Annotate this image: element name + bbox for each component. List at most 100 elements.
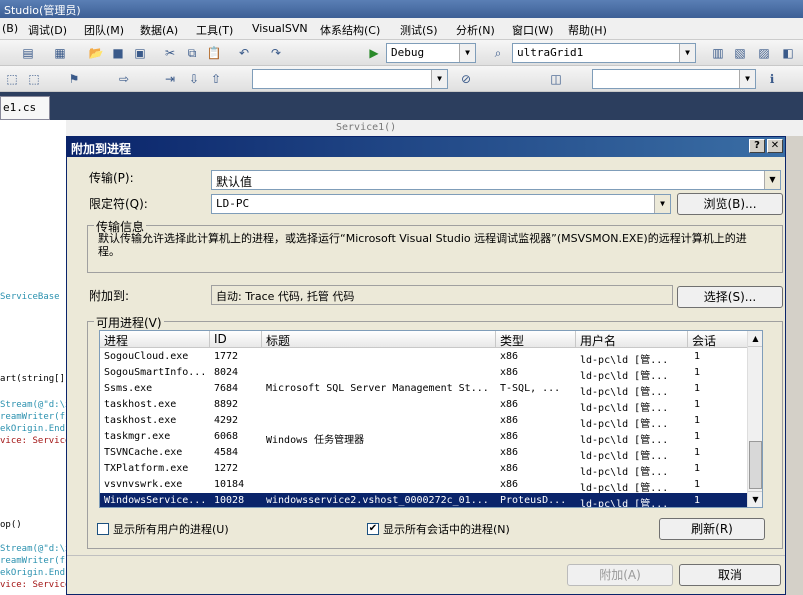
arrow-up-icon[interactable]: ⇧ [208,71,224,87]
menu-architecture[interactable]: 体系结构(C) [320,22,380,38]
column-header-process[interactable]: 进程 [100,331,210,348]
find-target-select[interactable]: ultraGrid1 ▼ [512,43,696,63]
paste-icon[interactable]: 📋 [206,45,222,61]
table-row[interactable]: vsvnvswrk.exe 10184 x86 ld-pc\ld [管... 1 [100,477,748,494]
editor-combo-empty[interactable]: ▼ [252,69,448,89]
chevron-down-icon: ▼ [431,70,447,88]
cell-id: 10184 [214,479,245,490]
copy-icon[interactable]: ⧉ [184,45,200,61]
new-project-icon[interactable]: ▤ [20,45,36,61]
process-list[interactable]: 进程 ID 标题 类型 用户名 会话 SogouCloud.exe 1772 x86… [99,330,763,508]
add-item-icon[interactable]: ▦ [52,45,68,61]
undo-icon[interactable]: ↶ [236,45,252,61]
find-icon[interactable]: ⌕ [490,45,506,61]
cell-session: 1 [694,415,701,426]
qualifier-label: 限定符(Q): [89,197,148,211]
menu-team[interactable]: 团队(M) [84,22,124,38]
table-row[interactable]: SogouSmartInfo... 8024 x86 ld-pc\ld [管... 1 [100,365,748,382]
menu-visualsvn[interactable]: VisualSVN [252,22,308,35]
save-all-icon[interactable]: ▣ [132,45,148,61]
layout-combo-empty[interactable]: ▼ [592,69,756,89]
start-debug-icon[interactable]: ▶ [366,45,382,61]
refresh-button[interactable]: 刷新(R) [659,518,765,540]
cut-icon[interactable]: ✂ [162,45,178,61]
toolbox-icon[interactable]: ▨ [756,45,772,61]
table-row[interactable]: TSVNCache.exe 4584 x86 ld-pc\ld [管... 1 [100,445,748,462]
tab-active-file[interactable]: e1.cs [0,96,50,120]
select-button[interactable]: 选择(S)... [677,286,783,308]
menu-analyze[interactable]: 分析(N) [456,22,495,38]
code-editor[interactable]: ServiceBase art(string[] a Stream(@"d:\x… [0,120,76,595]
menu-bar: (B) 调试(D) 团队(M) 数据(A) 工具(T) VisualSVN 体系… [0,18,803,40]
column-header-username[interactable]: 用户名 [576,331,688,348]
menu-debug[interactable]: 调试(D) [28,22,67,38]
browse-button[interactable]: 浏览(B)... [677,193,783,215]
debug-option-icon[interactable]: ⊘ [458,71,474,87]
cell-session: 1 [694,479,701,490]
open-file-icon[interactable]: 📂 [88,45,104,61]
next-bookmark-icon[interactable]: ⇨ [116,71,132,87]
cell-username: ld-pc\ld [管... [580,467,669,478]
table-row[interactable]: taskhost.exe 4292 x86 ld-pc\ld [管... 1 [100,413,748,430]
close-button[interactable]: ✕ [767,139,783,153]
scroll-thumb[interactable] [749,441,762,489]
process-list-scrollbar[interactable]: ▲ ▼ [747,331,762,507]
indent-icon[interactable]: ⇥ [162,71,178,87]
table-row[interactable]: WindowsService... 10028 windowsservice2.vs… [100,493,748,507]
transport-select[interactable]: 默认值 ▼ [211,170,781,190]
chevron-down-icon: ▼ [459,44,475,62]
dialog-title: 附加到进程 [71,142,132,156]
menu-test[interactable]: 测试(S) [400,22,438,38]
menu-window[interactable]: 窗口(W) [512,22,553,38]
column-header-session[interactable]: 会话 [688,331,748,348]
cell-type: x86 [500,367,519,378]
cell-process: taskmgr.exe [104,431,171,442]
cell-process: SogouSmartInfo... [104,367,207,378]
table-row[interactable]: TXPlatform.exe 1272 x86 ld-pc\ld [管... 1 [100,461,748,478]
uncomment-icon[interactable]: ⬚ [26,71,42,87]
menu-data[interactable]: 数据(A) [140,22,178,38]
attach-button[interactable]: 附加(A) [567,564,673,586]
solution-explorer-icon[interactable]: ▥ [710,45,726,61]
solution-config-select[interactable]: Debug ▼ [386,43,476,63]
chevron-down-icon: ▼ [679,44,695,62]
code-line: Stream(@"d:\xx [0,400,76,410]
show-all-users-checkbox[interactable] [97,523,109,535]
arrow-down-icon[interactable]: ⇩ [186,71,202,87]
table-row[interactable]: Ssms.exe 7684 Microsoft SQL Server Managem… [100,381,748,398]
cell-session: 1 [694,463,701,474]
cell-username: ld-pc\ld [管... [580,435,669,446]
show-all-sessions-label: 显示所有会话中的进程(N) [383,523,510,536]
help-button[interactable]: ? [749,139,765,153]
info-icon[interactable]: ℹ [764,71,780,87]
redo-icon[interactable]: ↷ [268,45,284,61]
column-header-id[interactable]: ID [210,331,262,348]
footer-divider [67,555,785,556]
properties-icon[interactable]: ▧ [732,45,748,61]
extensions-icon[interactable]: ◧ [780,45,796,61]
window-layout-icon[interactable]: ◫ [548,71,564,87]
scroll-down-arrow-icon[interactable]: ▼ [748,491,762,507]
cell-id: 1772 [214,351,239,362]
member-breadcrumb[interactable]: Service1() [336,122,396,133]
scroll-up-arrow-icon[interactable]: ▲ [748,331,762,347]
menu-help[interactable]: 帮助(H) [568,22,607,38]
qualifier-input[interactable]: LD-PC ▼ [211,194,671,214]
cell-id: 4292 [214,415,239,426]
bookmark-icon[interactable]: ⚑ [66,71,82,87]
navigation-bar: Service1() [0,120,803,136]
table-row[interactable]: taskhost.exe 8892 x86 ld-pc\ld [管... 1 [100,397,748,414]
column-header-type[interactable]: 类型 [496,331,576,348]
table-row[interactable]: taskmgr.exe 6068 Windows 任务管理器 x86 ld-pc\ld … [100,429,748,446]
show-all-sessions-checkbox[interactable]: ✔ [367,523,379,535]
standard-toolbar: ▤ ▦ 📂 ■ ▣ ✂ ⧉ 📋 ↶ ↷ ▶ Debug ▼ ⌕ ultraGrid… [0,40,803,66]
menu-build[interactable]: (B) [2,22,18,35]
column-header-title[interactable]: 标题 [262,331,496,348]
cancel-button[interactable]: 取消 [679,564,781,586]
menu-tools[interactable]: 工具(T) [196,22,233,38]
save-icon[interactable]: ■ [110,45,126,61]
transport-info-group: 传输信息 默认传输允许选择此计算机上的进程，或选择运行“Microsoft Vi… [87,218,783,273]
table-row[interactable]: SogouCloud.exe 1772 x86 ld-pc\ld [管... 1 [100,349,748,366]
comment-icon[interactable]: ⬚ [4,71,20,87]
chevron-down-icon: ▼ [739,70,755,88]
